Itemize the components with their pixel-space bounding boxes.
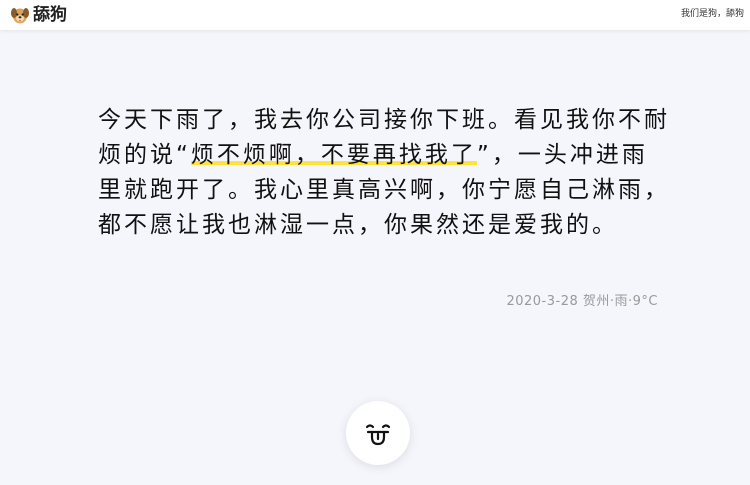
tongue-face-icon xyxy=(365,424,391,446)
quote-container: 今天下雨了，我去你公司接你下班。看见我你不耐烦的说“烦不烦啊，不要再找我了”，一… xyxy=(98,103,673,243)
date-location-weather: 2020-3-28 贺州·雨·9°C xyxy=(506,294,658,309)
next-quote-button[interactable] xyxy=(346,401,410,465)
slogan-link[interactable]: 我们是狗，舔狗 xyxy=(681,7,744,21)
top-bar: 舔狗 我们是狗，舔狗 xyxy=(0,0,750,30)
site-logo[interactable]: 舔狗 xyxy=(10,3,67,27)
quote-text: 今天下雨了，我去你公司接你下班。看见我你不耐烦的说“烦不烦啊，不要再找我了”，一… xyxy=(98,103,673,243)
site-title: 舔狗 xyxy=(33,5,67,25)
dog-icon xyxy=(11,8,29,24)
quote-highlight: 烦不烦啊，不要再找我了 xyxy=(190,142,477,168)
